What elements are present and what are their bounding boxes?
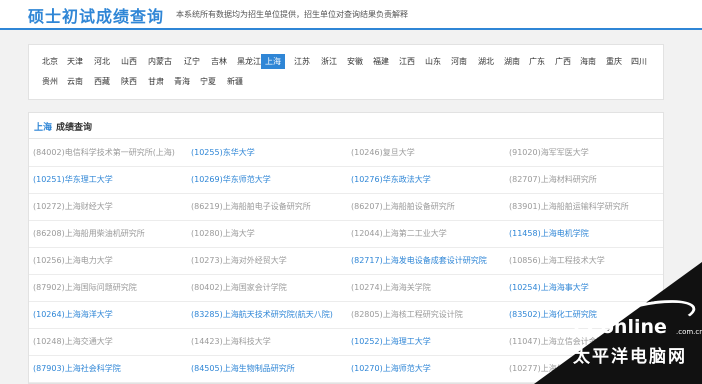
- province-item[interactable]: 福建: [369, 54, 393, 69]
- province-item[interactable]: 山西: [117, 54, 141, 69]
- school-link[interactable]: (10256)上海电力大学: [33, 255, 113, 266]
- school-link[interactable]: (87903)上海社会科学院: [33, 363, 121, 374]
- results-heading-text: 成绩查询: [56, 123, 93, 133]
- province-item[interactable]: 重庆: [602, 54, 626, 69]
- watermark-cn: 太平洋电脑网: [573, 347, 687, 367]
- province-item[interactable]: 青海: [170, 74, 194, 89]
- school-link[interactable]: (10248)上海交通大学: [33, 336, 113, 347]
- province-item[interactable]: 河南: [447, 54, 471, 69]
- school-link[interactable]: (10274)上海海关学院: [351, 282, 431, 293]
- province-selector: 北京 天津 河北 山西 内蒙古 辽宁 吉林 黑龙江 上海 江苏 浙江 安徽 福建 江西 山东 河南 湖北 湖南 广东…: [28, 44, 664, 100]
- province-item[interactable]: 西藏: [90, 74, 114, 89]
- school-link[interactable]: (86207)上海船舶设备研究所: [351, 201, 455, 212]
- province-item[interactable]: 四川: [627, 54, 651, 69]
- province-item[interactable]: 吉林: [207, 54, 231, 69]
- school-link[interactable]: (91020)海军军医大学: [509, 147, 589, 158]
- province-item[interactable]: 海南: [576, 54, 600, 69]
- school-link[interactable]: (82717)上海发电设备成套设计研究院: [351, 255, 487, 266]
- school-link[interactable]: (86208)上海船用柴油机研究所: [33, 228, 145, 239]
- province-item[interactable]: 陕西: [117, 74, 141, 89]
- province-item[interactable]: 江苏: [290, 54, 314, 69]
- school-link[interactable]: (10280)上海大学: [191, 228, 255, 239]
- province-item[interactable]: 宁夏: [196, 74, 220, 89]
- province-item[interactable]: 云南: [63, 74, 87, 89]
- school-link[interactable]: (82805)上海核工程研究设计院: [351, 309, 463, 320]
- school-link[interactable]: (80402)上海国家会计学院: [191, 282, 287, 293]
- province-item[interactable]: 湖南: [500, 54, 524, 69]
- school-link[interactable]: (10255)东华大学: [191, 147, 255, 158]
- school-link[interactable]: (84505)上海生物制品研究所: [191, 363, 295, 374]
- school-link[interactable]: (84002)电信科学技术第一研究所(上海): [33, 147, 175, 158]
- school-link[interactable]: (10273)上海对外经贸大学: [191, 255, 287, 266]
- watermark-brand: PConline: [573, 316, 667, 338]
- school-link[interactable]: (10269)华东师范大学: [191, 174, 271, 185]
- page-title: 硕士初试成绩查询: [28, 7, 165, 26]
- school-link[interactable]: (10264)上海海洋大学: [33, 309, 113, 320]
- school-link[interactable]: (83285)上海航天技术研究院(航天八院): [191, 309, 333, 320]
- province-item[interactable]: 甘肃: [144, 74, 168, 89]
- school-link[interactable]: (10272)上海财经大学: [33, 201, 113, 212]
- table-row: (10272)上海财经大学 (86219)上海船舶电子设备研究所 (86207)上海…: [29, 194, 663, 221]
- page-header: 硕士初试成绩查询 本系统所有数据均为招生单位提供，招生单位对查询结果负责解释: [0, 0, 702, 30]
- table-row: (10264)上海海洋大学 (83285)上海航天技术研究院(航天八院) (8280…: [29, 302, 663, 329]
- school-link[interactable]: (10246)复旦大学: [351, 147, 415, 158]
- school-link[interactable]: (10251)华东理工大学: [33, 174, 113, 185]
- province-item[interactable]: 安徽: [343, 54, 367, 69]
- province-item[interactable]: 湖北: [474, 54, 498, 69]
- disclaimer-text: 本系统所有数据均为招生单位提供，招生单位对查询结果负责解释: [176, 10, 408, 19]
- province-item[interactable]: 贵州: [38, 74, 62, 89]
- table-row: (84002)电信科学技术第一研究所(上海) (10255)东华大学 (10246)…: [29, 140, 663, 167]
- results-panel: 上海 成绩查询 (84002)电信科学技术第一研究所(上海) (10255)东华大…: [28, 112, 664, 384]
- province-item[interactable]: 广西: [551, 54, 575, 69]
- province-item[interactable]: 浙江: [317, 54, 341, 69]
- province-item[interactable]: 河北: [90, 54, 114, 69]
- table-row: (87902)上海国际问题研究院 (80402)上海国家会计学院 (10274)上海…: [29, 275, 663, 302]
- province-item[interactable]: 北京: [38, 54, 62, 69]
- table-row: (86208)上海船用柴油机研究所 (10280)上海大学 (12044)上海第二工…: [29, 221, 663, 248]
- province-item[interactable]: 山东: [421, 54, 445, 69]
- table-row: (10251)华东理工大学 (10269)华东师范大学 (10276)华东政法大学 (…: [29, 167, 663, 194]
- school-link[interactable]: (10856)上海工程技术大学: [509, 255, 605, 266]
- school-link[interactable]: (83901)上海船舶运输科学研究所: [509, 201, 629, 212]
- province-item[interactable]: 上海: [261, 54, 285, 69]
- province-item[interactable]: 辽宁: [180, 54, 204, 69]
- results-heading: 上海 成绩查询: [29, 113, 663, 139]
- school-link[interactable]: (10270)上海师范大学: [351, 363, 431, 374]
- school-link[interactable]: (10254)上海海事大学: [509, 282, 589, 293]
- school-link[interactable]: (86219)上海船舶电子设备研究所: [191, 201, 311, 212]
- table-row: (10248)上海交通大学 (14423)上海科技大学 (10252)上海理工大学(…: [29, 329, 663, 356]
- school-link[interactable]: (10252)上海理工大学: [351, 336, 431, 347]
- province-item[interactable]: 新疆: [223, 74, 247, 89]
- school-link[interactable]: (11458)上海电机学院: [509, 228, 589, 239]
- school-link[interactable]: (87902)上海国际问题研究院: [33, 282, 137, 293]
- school-link[interactable]: (82707)上海材料研究所: [509, 174, 597, 185]
- province-item[interactable]: 内蒙古: [144, 54, 176, 69]
- results-heading-province: 上海: [34, 123, 53, 133]
- province-item[interactable]: 广东: [525, 54, 549, 69]
- table-row: (10256)上海电力大学 (10273)上海对外经贸大学 (82717)上海发电设…: [29, 248, 663, 275]
- watermark-domain: .com.cn: [676, 328, 702, 336]
- province-item[interactable]: 江西: [395, 54, 419, 69]
- school-link[interactable]: (10276)华东政法大学: [351, 174, 431, 185]
- province-item[interactable]: 天津: [63, 54, 87, 69]
- school-link[interactable]: (12044)上海第二工业大学: [351, 228, 447, 239]
- school-link[interactable]: (14423)上海科技大学: [191, 336, 271, 347]
